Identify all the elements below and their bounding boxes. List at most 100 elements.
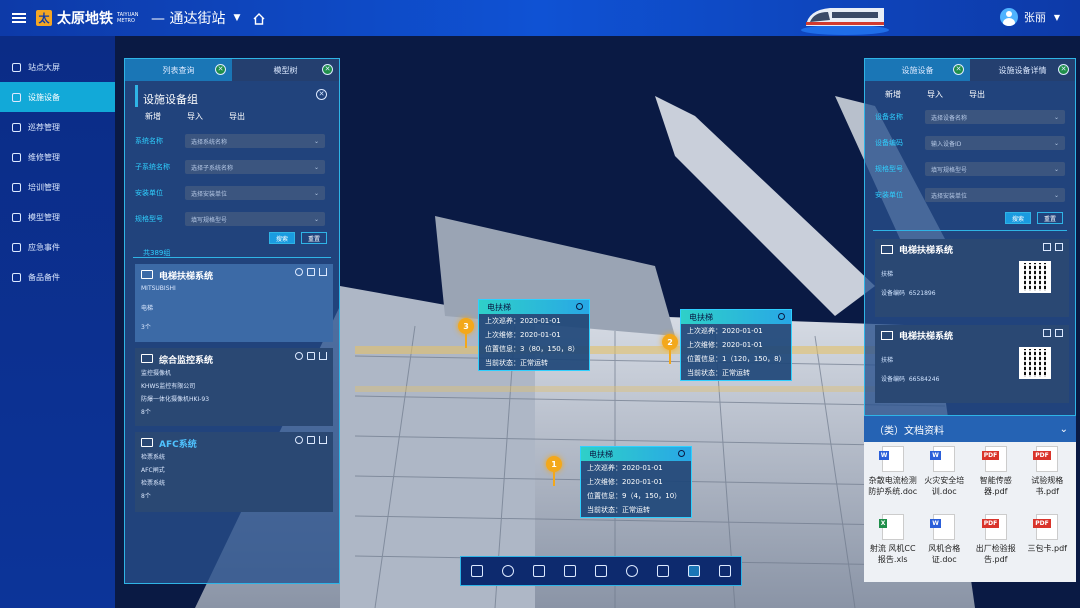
import-button[interactable]: 导入 (927, 89, 943, 100)
tab-list-query[interactable]: 列表查询 ✕ (125, 59, 232, 81)
edit-icon[interactable] (307, 268, 315, 276)
delete-icon[interactable] (319, 352, 327, 360)
close-icon[interactable]: ✕ (1058, 64, 1069, 75)
user-menu[interactable]: 张丽 ▼ (999, 8, 1060, 26)
chevron-down-icon[interactable]: ▼ (233, 13, 240, 23)
export-button[interactable]: 导出 (229, 111, 245, 122)
info-icon[interactable] (626, 565, 639, 577)
docs-title: （类）文档资料 (874, 425, 944, 437)
info-icon[interactable] (295, 436, 303, 444)
file-type: W (878, 451, 890, 460)
tab-equipment-detail[interactable]: 设施设备详情 ✕ (970, 59, 1075, 81)
add-button[interactable]: 新增 (145, 111, 161, 122)
tab-equipment[interactable]: 设施设备 ✕ (865, 59, 970, 81)
edit-icon[interactable] (307, 436, 315, 444)
location-pin[interactable]: 2 (662, 334, 678, 364)
document-item[interactable]: X 射流 风机CC报告.xls (868, 514, 918, 580)
close-icon[interactable] (678, 450, 685, 457)
close-icon[interactable] (778, 313, 785, 320)
chevron-down-icon: ⌄ (1053, 191, 1059, 199)
sidebar-item-model[interactable]: 模型管理 (0, 202, 115, 232)
delete-icon[interactable] (1055, 243, 1063, 251)
sidebar-item-maintenance[interactable]: 维修管理 (0, 142, 115, 172)
file-type: PDF (981, 451, 1000, 460)
grid-icon[interactable] (657, 565, 670, 577)
add-button[interactable]: 新增 (885, 89, 901, 100)
close-icon[interactable]: ✕ (316, 89, 327, 100)
close-icon[interactable]: ✕ (215, 64, 226, 75)
measure-icon[interactable] (563, 565, 576, 577)
delete-icon[interactable] (319, 436, 327, 444)
list-item[interactable]: 综合监控系统 监控摄像机 KHWS监控有限公司 防爆一体化摄像机HKI-93 8… (135, 348, 333, 426)
camera-icon[interactable] (532, 565, 545, 577)
subsystem-select[interactable]: 选择子系统名称 ⌄ (185, 160, 325, 174)
document-item[interactable]: W 火灾安全培训.doc (920, 446, 970, 512)
list-item[interactable]: 电梯扶梯系统 扶梯 设备编码 66584246 (875, 325, 1069, 403)
document-item[interactable]: PDF 出厂检验报告.pdf (971, 514, 1021, 580)
list-item[interactable]: 电梯扶梯系统 MITSUBISHI 电梯 3个 (135, 264, 333, 342)
close-icon[interactable]: ✕ (322, 64, 333, 75)
list-item[interactable]: AFC系统 检票系统 AFC闸式 检票系统 8个 (135, 432, 333, 512)
list-item[interactable]: 电梯扶梯系统 扶梯 设备编码 6521896 (875, 239, 1069, 317)
layers-icon[interactable] (470, 565, 483, 577)
chevron-down-icon: ⌄ (313, 137, 319, 145)
qr-code (1019, 261, 1051, 293)
section-icon[interactable] (594, 565, 607, 577)
doc-icon[interactable] (719, 565, 732, 577)
search-button[interactable]: 搜索 (268, 232, 295, 244)
document-item[interactable]: PDF 试验规格书.pdf (1023, 446, 1073, 512)
station-name[interactable]: — 通达街站 (151, 8, 225, 28)
file-type: PDF (1033, 451, 1051, 460)
tab-model-tree[interactable]: 模型树 ✕ (232, 59, 339, 81)
card-line: 检票系统 (141, 480, 166, 487)
document-item[interactable]: W 杂散电流检测防护系统.doc (868, 446, 918, 512)
edit-icon[interactable] (307, 352, 315, 360)
popup-line: 当前状态：正常运转 (485, 359, 548, 367)
device-name-select[interactable]: 选择设备名称 ⌄ (925, 110, 1065, 124)
location-pin[interactable]: 3 (458, 318, 474, 348)
cube-icon (12, 212, 21, 222)
close-icon[interactable]: ✕ (953, 64, 964, 75)
document-item[interactable]: PDF 智能传感器.pdf (971, 446, 1021, 512)
escalator-popup: 电扶梯 上次巡养：2020-01-01 上次维修：2020-01-01 位置信息… (580, 446, 692, 518)
export-button[interactable]: 导出 (969, 89, 985, 100)
spec-input[interactable]: 填写规格型号 ⌄ (185, 212, 325, 226)
installer-select[interactable]: 选择安装单位 ⌄ (185, 186, 325, 200)
document-item[interactable]: PDF 三包卡.pdf (1023, 514, 1073, 580)
sidebar-item-spares[interactable]: 备品备件 (0, 262, 115, 292)
close-icon[interactable] (576, 303, 583, 310)
code-label: 设备编码 (881, 376, 906, 383)
info-icon[interactable] (295, 352, 303, 360)
card-title: 电梯扶梯系统 (899, 246, 954, 256)
target-icon[interactable] (501, 565, 514, 577)
device-code-input[interactable]: 输入设备ID ⌄ (925, 136, 1065, 150)
search-button[interactable]: 搜索 (1004, 212, 1031, 224)
import-button[interactable]: 导入 (187, 111, 203, 122)
chevron-down-icon: ⌄ (313, 189, 319, 197)
delete-icon[interactable] (319, 268, 327, 276)
sidebar-item-inspection[interactable]: 巡荐管理 (0, 112, 115, 142)
sidebar-item-facilities[interactable]: 设施设备 (0, 82, 115, 112)
sidebar-item-training[interactable]: 培训管理 (0, 172, 115, 202)
menu-icon[interactable] (12, 13, 26, 23)
spec-input[interactable]: 填写规格型号 ⌄ (925, 162, 1065, 176)
chevron-down-icon[interactable]: ⌄ (1060, 424, 1068, 435)
system-select[interactable]: 选择系统名称 ⌄ (185, 134, 325, 148)
edit-icon[interactable] (1043, 243, 1051, 251)
user-name: 张丽 (1023, 11, 1046, 24)
installer-select[interactable]: 选择安装单位 ⌄ (925, 188, 1065, 202)
device-icon[interactable] (688, 565, 701, 577)
delete-icon[interactable] (1055, 329, 1063, 337)
sidebar-item-emergency[interactable]: 应急事件 (0, 232, 115, 262)
document-name: 试验规格书.pdf (1031, 476, 1064, 496)
info-icon[interactable] (295, 268, 303, 276)
location-pin[interactable]: 1 (546, 456, 562, 486)
sidebar-item-station-screen[interactable]: 站点大屏 (0, 52, 115, 82)
filter-label: 设备名称 (875, 113, 903, 121)
reset-button[interactable]: 重置 (300, 232, 327, 244)
reset-button[interactable]: 重置 (1036, 212, 1063, 224)
document-item[interactable]: W 风机合格证.doc (920, 514, 970, 580)
filter-label: 规格型号 (875, 165, 903, 173)
home-icon[interactable] (252, 12, 266, 25)
edit-icon[interactable] (1043, 329, 1051, 337)
